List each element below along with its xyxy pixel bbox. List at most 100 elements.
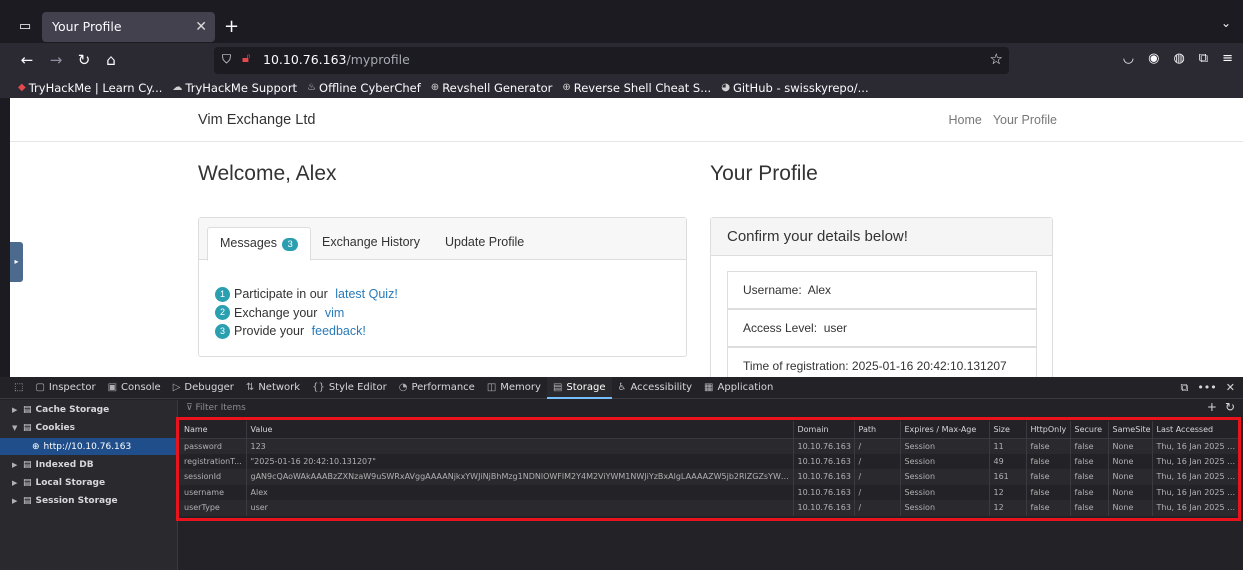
column-header[interactable]: Size [989, 421, 1027, 439]
close-devtools-icon[interactable]: ✕ [1226, 381, 1235, 395]
table-cell[interactable]: 10.10.76.163 [793, 484, 855, 500]
table-cell[interactable]: Thu, 16 Jan 2025 2... [1152, 453, 1239, 469]
table-cell[interactable]: / [854, 453, 901, 469]
bookmark-reverse-shell[interactable]: ⊕ Reverse Shell Cheat S... [562, 81, 711, 95]
table-cell[interactable]: false [1026, 438, 1071, 454]
tab-debugger[interactable]: ▷ Debugger [167, 377, 240, 399]
table-cell[interactable]: userType [180, 500, 247, 516]
table-cell[interactable]: false [1026, 453, 1071, 469]
extension-cookie-icon[interactable]: ◍ [1173, 51, 1184, 66]
table-cell[interactable]: false [1070, 484, 1109, 500]
table-cell[interactable]: false [1026, 484, 1071, 500]
tab-accessibility[interactable]: ♿︎ Accessibility [612, 377, 699, 399]
close-tab-icon[interactable]: ✕ [195, 12, 207, 42]
table-cell[interactable]: Thu, 16 Jan 2025 2... [1152, 438, 1239, 454]
table-cell[interactable]: Session [900, 438, 990, 454]
column-header[interactable]: Last Accessed [1152, 421, 1239, 439]
table-cell[interactable]: gAN9cQAoWAkAAABzZXNzaW9uSWRxAVggAAAANjkx… [246, 469, 794, 485]
element-picker-icon[interactable]: ⬚ [0, 377, 29, 399]
table-cell[interactable]: 10.10.76.163 [793, 438, 855, 454]
table-cell[interactable]: user [246, 500, 794, 516]
table-row[interactable]: username Alex 10.10.76.163/Session 12 false f… [180, 484, 1239, 500]
tab-your-profile[interactable]: Your Profile ✕ [42, 12, 215, 42]
table-cell[interactable]: password [180, 438, 247, 454]
bookmark-revshell[interactable]: ⊕ Revshell Generator [431, 81, 553, 95]
filter-items-input[interactable]: ⊽ Filter Items + ↻ [178, 400, 1243, 415]
nav-home-link[interactable]: Home [948, 113, 981, 127]
table-cell[interactable]: false [1070, 500, 1109, 516]
table-cell[interactable]: Thu, 16 Jan 2025 2... [1152, 469, 1239, 485]
bookmark-support[interactable]: ☁ TryHackMe Support [172, 81, 297, 95]
tab-performance[interactable]: ◔ Performance [393, 377, 481, 399]
url-text[interactable]: 10.10.76.163/myprofile [263, 52, 410, 67]
bookmark-cyberchef[interactable]: ♨ Offline CyberChef [307, 81, 421, 95]
table-cell[interactable]: Thu, 16 Jan 2025 2... [1152, 484, 1239, 500]
table-cell[interactable]: Session [900, 469, 990, 485]
tree-indexed-db[interactable]: ▶ ▤ Indexed DB [0, 456, 178, 473]
add-item-icon[interactable]: + [1207, 400, 1217, 414]
bookmark-tryhackme[interactable]: ◆ TryHackMe | Learn Cy... [18, 81, 162, 95]
table-cell[interactable]: 123 [246, 438, 794, 454]
table-cell[interactable]: / [854, 438, 901, 454]
tree-local-storage[interactable]: ▶ ▤ Local Storage [0, 474, 178, 491]
table-cell[interactable]: 161 [989, 469, 1027, 485]
site-brand[interactable]: Vim Exchange Ltd [198, 112, 315, 128]
tab-inspector[interactable]: ▢ Inspector [29, 377, 101, 399]
tab-storage[interactable]: ▤ Storage [546, 376, 612, 399]
table-cell[interactable]: 12 [989, 500, 1027, 516]
nav-profile-link[interactable]: Your Profile [993, 113, 1057, 127]
table-cell[interactable]: None [1108, 453, 1153, 469]
new-tab-button[interactable]: + [224, 15, 239, 39]
url-bar[interactable]: ⛉ 🔓︎ 10.10.76.163/myprofile ☆ [214, 47, 1009, 74]
table-cell[interactable]: / [854, 484, 901, 500]
tree-cookie-host[interactable]: ⊕ http://10.10.76.163 [0, 438, 178, 455]
table-cell[interactable]: None [1108, 469, 1153, 485]
tab-style-editor[interactable]: {} Style Editor [306, 377, 393, 399]
sidebar-toggle-handle[interactable]: ▸ [10, 242, 23, 282]
table-row[interactable]: password 123 10.10.76.163/Session 11 false fa… [180, 438, 1239, 454]
tab-messages[interactable]: Messages 3 [207, 227, 311, 261]
table-cell[interactable]: false [1070, 469, 1109, 485]
dock-icon[interactable]: ⧉ [1180, 381, 1188, 395]
tab-list-icon[interactable]: ▭ [16, 18, 34, 36]
column-header[interactable]: SameSite [1108, 421, 1153, 439]
table-cell[interactable]: false [1070, 453, 1109, 469]
tree-session-storage[interactable]: ▶ ▤ Session Storage [0, 492, 178, 509]
table-cell[interactable]: Session [900, 500, 990, 516]
bookmark-star-icon[interactable]: ☆ [990, 50, 1003, 68]
table-cell[interactable]: 11 [989, 438, 1027, 454]
insecure-lock-icon[interactable]: 🔓︎ [242, 51, 250, 66]
column-header[interactable]: Domain [793, 421, 855, 439]
table-cell[interactable]: / [854, 500, 901, 516]
forward-icon[interactable]: → [45, 49, 67, 71]
vim-link[interactable]: vim [325, 304, 344, 323]
table-row[interactable]: sessionId gAN9cQAoWAkAAABzZXNzaW9uSWRxAVg… [180, 469, 1239, 485]
column-header[interactable]: Expires / Max-Age [900, 421, 990, 439]
table-cell[interactable]: None [1108, 500, 1153, 516]
tree-cache-storage[interactable]: ▶ ▤ Cache Storage [0, 401, 178, 418]
column-header[interactable]: Path [854, 421, 901, 439]
table-cell[interactable]: username [180, 484, 247, 500]
back-icon[interactable]: ← [16, 49, 38, 71]
tab-update-profile[interactable]: Update Profile [445, 235, 524, 249]
table-cell[interactable]: 49 [989, 453, 1027, 469]
table-cell[interactable]: 10.10.76.163 [793, 500, 855, 516]
latest-quiz-link[interactable]: latest Quiz! [335, 285, 398, 304]
shield-icon[interactable]: ⛉ [222, 52, 231, 67]
table-cell[interactable]: "2025-01-16 20:42:10.131207" [246, 453, 794, 469]
account-icon[interactable]: ◉ [1148, 51, 1159, 66]
tab-network[interactable]: ⇅ Network [240, 377, 306, 399]
feedback-link[interactable]: feedback! [312, 322, 366, 341]
tab-console[interactable]: ▣ Console [102, 377, 167, 399]
column-header[interactable]: Secure [1070, 421, 1109, 439]
table-cell[interactable]: registrationT... [180, 453, 247, 469]
table-cell[interactable]: false [1070, 438, 1109, 454]
table-cell[interactable]: Session [900, 453, 990, 469]
table-row[interactable]: registrationT... "2025-01-16 20:42:10.131… [180, 453, 1239, 469]
pocket-icon[interactable]: ◡ [1123, 51, 1134, 66]
extensions-icon[interactable]: ⧉ [1199, 51, 1208, 66]
column-header[interactable]: HttpOnly [1026, 421, 1071, 439]
table-cell[interactable]: None [1108, 484, 1153, 500]
table-cell[interactable]: Alex [246, 484, 794, 500]
tab-exchange-history[interactable]: Exchange History [322, 235, 420, 249]
